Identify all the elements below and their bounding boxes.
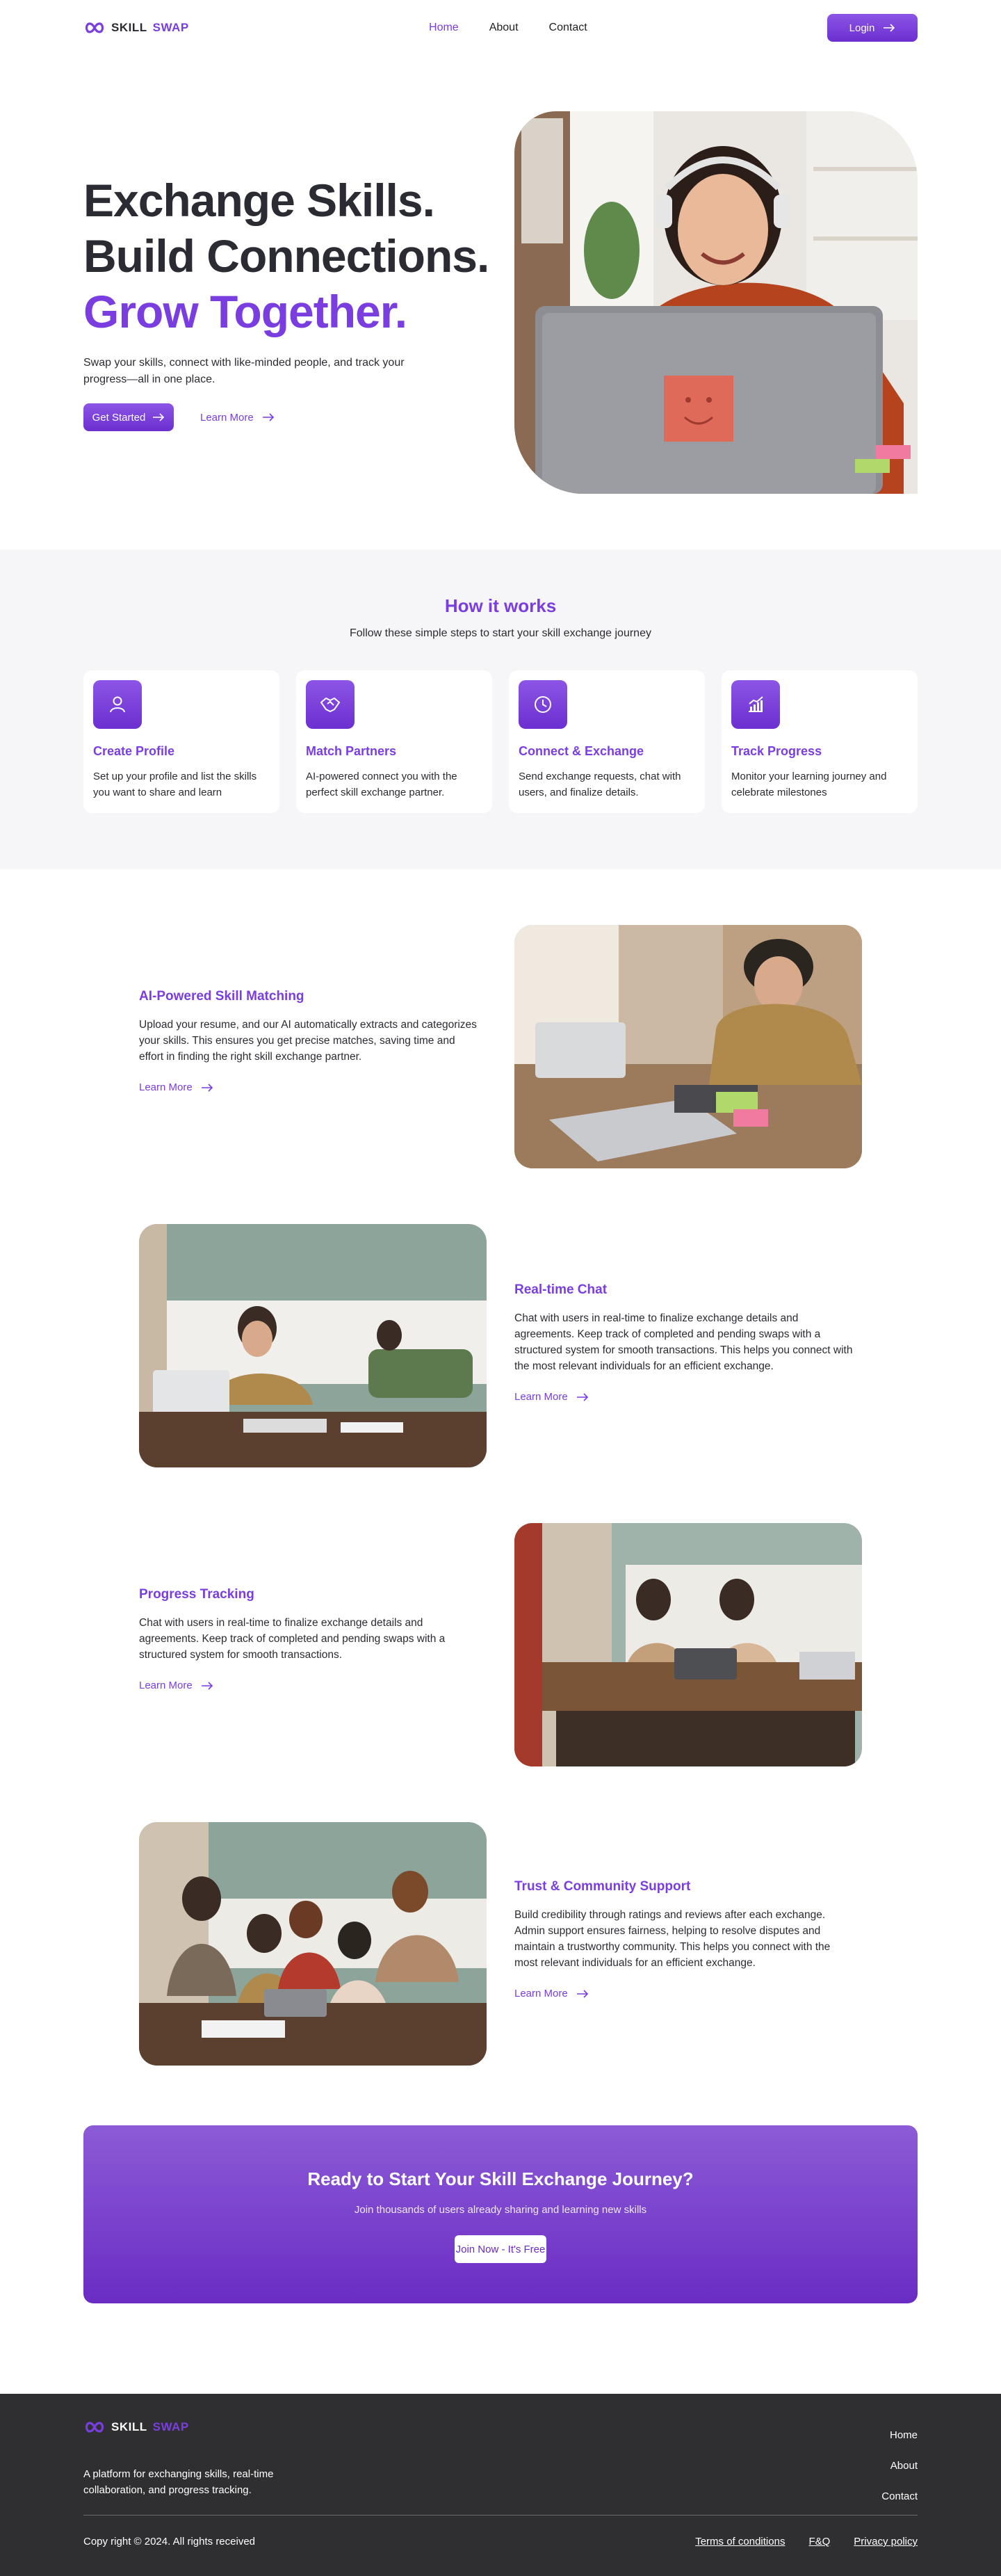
arrow-right-icon	[576, 1392, 588, 1401]
handshake-icon	[306, 680, 355, 729]
nav-link-about[interactable]: About	[489, 22, 519, 34]
feature-learn-more-link[interactable]: Learn More	[139, 1680, 213, 1691]
hero-section: Exchange Skills. Build Connections. Grow…	[0, 56, 1001, 549]
card-text: Send exchange requests, chat with users,…	[519, 771, 681, 798]
learn-more-label: Learn More	[514, 1391, 568, 1403]
hero-title: Exchange Skills. Build Connections. Grow…	[83, 172, 500, 339]
footer-link-about[interactable]: About	[890, 2460, 918, 2472]
hero-title-line-3: Grow Together.	[83, 286, 407, 337]
join-now-button[interactable]: Join Now - It's Free	[455, 2235, 546, 2263]
feature-text: Build credibility through ratings and re…	[514, 1909, 831, 1969]
feature-trust-community: Trust & Community Support Build credibil…	[514, 1879, 855, 2000]
learn-more-label: Learn More	[200, 411, 254, 424]
nav-link-home[interactable]: Home	[429, 22, 459, 34]
feature-title: Real-time Chat	[514, 1282, 608, 1297]
feature-image-real-time-chat	[139, 1224, 487, 1467]
nav-links: Home About Contact	[429, 22, 587, 34]
footer-brand-logo[interactable]: SKILL SWAP	[83, 2420, 189, 2434]
nav-link-contact[interactable]: Contact	[549, 22, 587, 34]
brand-word-swap: SWAP	[152, 21, 189, 34]
brand-logo[interactable]: SKILL SWAP	[83, 21, 189, 35]
step-card-match-partners: Match Partners AI-powered connect you wi…	[296, 670, 492, 813]
chart-icon	[731, 680, 780, 729]
learn-more-label: Learn More	[139, 1081, 193, 1093]
get-started-button[interactable]: Get Started	[83, 403, 174, 431]
feature-text: Chat with users in real-time to finalize…	[139, 1617, 446, 1661]
infinity-logo-icon	[85, 22, 104, 33]
feature-learn-more-link[interactable]: Learn More	[514, 1988, 589, 1999]
clock-icon	[519, 680, 567, 729]
arrow-right-icon	[153, 413, 165, 421]
feature-text: Upload your resume, and our AI automatic…	[139, 1019, 477, 1063]
arrow-right-icon	[262, 413, 274, 421]
card-title: Create Profile	[93, 744, 175, 758]
hero-text: Exchange Skills. Build Connections. Grow…	[83, 172, 500, 431]
top-nav: SKILL SWAP Home About Contact Login	[0, 0, 1001, 56]
how-subtitle: Follow these simple steps to start your …	[350, 627, 651, 639]
features-section: AI-Powered Skill Matching Upload your re…	[0, 869, 1001, 2125]
cta-title: Ready to Start Your Skill Exchange Journ…	[307, 2168, 694, 2189]
get-started-label: Get Started	[92, 411, 146, 424]
hero-subtitle: Swap your skills, connect with like-mind…	[83, 357, 405, 385]
feature-image-trust-community	[139, 1822, 487, 2066]
login-button[interactable]: Login	[827, 14, 918, 42]
arrow-right-icon	[576, 1989, 588, 1998]
footer-link-contact[interactable]: Contact	[881, 2490, 918, 2502]
arrow-right-icon	[201, 1681, 213, 1690]
feature-progress-tracking: Progress Tracking Chat with users in rea…	[139, 1587, 480, 1692]
footer-link-home[interactable]: Home	[890, 2429, 918, 2441]
hero-learn-more-link[interactable]: Learn More	[200, 412, 275, 424]
hero-title-line-2: Build Connections.	[83, 230, 489, 282]
hero-ctas: Get Started Learn More	[83, 403, 500, 431]
brand-word-swap: SWAP	[152, 2420, 189, 2433]
feature-real-time-chat: Real-time Chat Chat with users in real-t…	[514, 1282, 855, 1403]
footer-description: A platform for exchanging skills, real-t…	[83, 2468, 274, 2496]
how-cards: Create Profile Set up your profile and l…	[83, 670, 918, 813]
card-title: Connect & Exchange	[519, 744, 644, 758]
step-card-track-progress: Track Progress Monitor your learning jou…	[722, 670, 918, 813]
hero-image	[514, 111, 918, 494]
hero-photo-illustration	[514, 111, 918, 494]
feature-learn-more-link[interactable]: Learn More	[139, 1081, 213, 1093]
feature-ai-matching: AI-Powered Skill Matching Upload your re…	[139, 989, 480, 1094]
cta-section: Ready to Start Your Skill Exchange Journ…	[0, 2125, 1001, 2394]
card-text: AI-powered connect you with the perfect …	[306, 771, 457, 798]
step-card-create-profile: Create Profile Set up your profile and l…	[83, 670, 279, 813]
hero-title-line-1: Exchange Skills.	[83, 175, 435, 226]
feature-title: Trust & Community Support	[514, 1879, 691, 1894]
infinity-logo-icon	[85, 2422, 104, 2433]
page: SKILL SWAP Home About Contact Login Exch…	[0, 0, 1001, 2576]
footer: SKILL SWAP A platform for exchanging ski…	[0, 2394, 1001, 2576]
feature-image-progress-tracking	[514, 1523, 862, 1766]
learn-more-label: Learn More	[514, 1988, 568, 1999]
login-label: Login	[849, 22, 875, 34]
feature-title: AI-Powered Skill Matching	[139, 989, 304, 1004]
how-it-works-section: How it works Follow these simple steps t…	[0, 549, 1001, 869]
card-text: Set up your profile and list the skills …	[93, 771, 257, 798]
cta-banner: Ready to Start Your Skill Exchange Journ…	[83, 2125, 918, 2303]
feature-title: Progress Tracking	[139, 1587, 254, 1602]
card-text: Monitor your learning journey and celebr…	[731, 771, 887, 798]
card-title: Track Progress	[731, 744, 822, 758]
learn-more-label: Learn More	[139, 1680, 193, 1691]
brand-word-skill: SKILL	[111, 21, 147, 34]
feature-learn-more-link[interactable]: Learn More	[514, 1391, 589, 1403]
arrow-right-icon	[201, 1083, 213, 1092]
user-icon	[93, 680, 142, 729]
feature-image-ai-matching	[514, 925, 862, 1168]
step-card-connect-exchange: Connect & Exchange Send exchange request…	[509, 670, 705, 813]
footer-links: Home About Contact	[881, 2420, 918, 2512]
brand-word-skill: SKILL	[111, 2420, 147, 2433]
how-title: How it works	[444, 595, 557, 616]
arrow-right-icon	[884, 24, 895, 32]
cta-subtitle: Join thousands of users already sharing …	[354, 2204, 647, 2216]
feature-text: Chat with users in real-time to finalize…	[514, 1312, 853, 1372]
card-title: Match Partners	[306, 744, 397, 758]
